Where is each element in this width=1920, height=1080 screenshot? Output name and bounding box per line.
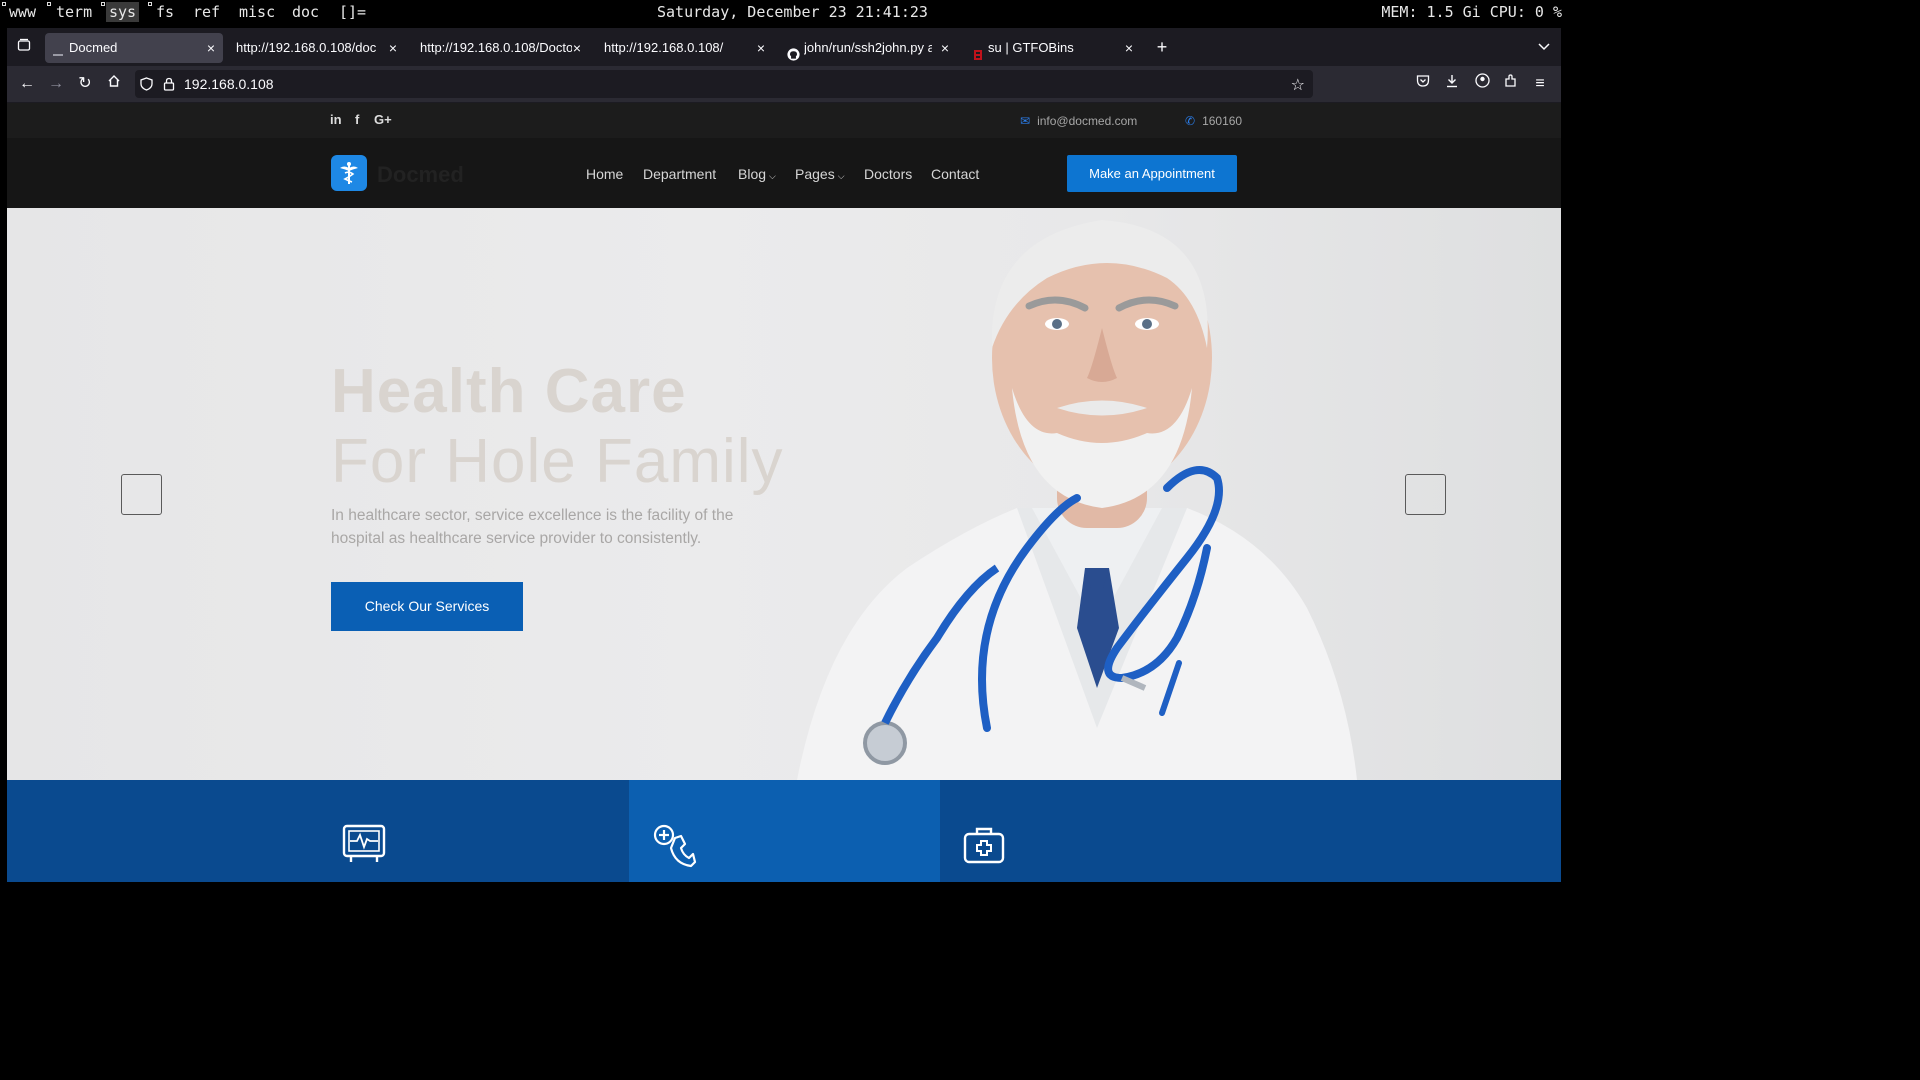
menu-hamburger-icon[interactable]: ≡ [1529,73,1551,95]
workspace-term[interactable]: term [56,2,92,22]
forward-icon[interactable]: → [45,73,67,95]
envelope-icon: ✉ [1020,114,1031,128]
clock: Saturday, December 23 21:41:23 [657,3,928,21]
chevron-down-icon: ⌵ [837,171,845,181]
system-bar: www term sys fs ref misc doc []= Saturda… [0,0,1568,24]
account-icon[interactable] [1471,73,1493,95]
tab-title: su | GTFOBins [988,40,1074,55]
phone-text: 160160 [1202,114,1243,128]
menu-contact[interactable]: Contact [931,166,979,182]
logo-text[interactable]: Docmed [377,162,464,188]
medical-phone-icon [653,824,697,868]
tab-github[interactable]: john/run/ssh2john.py at b × [777,33,957,63]
lock-icon[interactable] [163,77,175,96]
hero-description: In healthcare sector, service excellence… [331,507,734,547]
tab-close-icon[interactable]: × [207,33,215,63]
workspace-indicator-icon [47,2,51,6]
workspace-sys[interactable]: sys [106,2,140,22]
first-aid-kit-icon [963,827,1005,864]
tab-close-icon[interactable]: × [757,33,765,63]
gtfobins-favicon-icon [973,42,985,60]
make-appointment-button[interactable]: Make an Appointment [1067,155,1237,192]
url-text: 192.168.0.108 [184,76,274,92]
workspace-ref[interactable]: ref [193,2,220,22]
pocket-icon[interactable] [1412,73,1434,95]
home-icon[interactable] [103,73,125,95]
doctor-photo [797,220,1357,780]
workspace-www[interactable]: www [9,2,36,22]
tab-overview-icon[interactable] [13,36,35,58]
shield-icon[interactable] [140,77,153,96]
check-services-button[interactable]: Check Our Services [331,582,523,631]
navigation-toolbar: ← → ↻ 192.168.0.108 ☆ ≡ [7,66,1561,102]
tab-close-icon[interactable]: × [1125,33,1133,63]
tab-doctor-page[interactable]: http://192.168.0.108/doctor-i × [225,33,405,63]
caduceus-logo-icon[interactable] [331,155,367,191]
phone-icon: ✆ [1185,114,1196,128]
new-tab-button[interactable]: + [1151,36,1173,58]
workspace-fs[interactable]: fs [156,2,174,22]
tab-doctors-page[interactable]: http://192.168.0.108/Doctors × [409,33,589,63]
menu-blog[interactable]: Blog ⌵ [738,166,776,182]
workspace-indicator-icon [101,2,105,6]
services-strip [7,780,1561,882]
heart-monitor-icon [342,824,386,862]
tab-title: http://192.168.0.108/ [604,40,724,55]
list-all-tabs-icon[interactable] [1533,36,1555,58]
menu-pages[interactable]: Pages ⌵ [795,166,845,182]
tab-close-icon[interactable]: × [941,33,949,63]
github-icon [787,42,800,61]
menu-department[interactable]: Department [643,166,716,182]
browser-chrome: Docmed × http://192.168.0.108/doctor-i ×… [7,28,1561,103]
menu-home[interactable]: Home [586,166,623,182]
phone-contact[interactable]: ✆ 160160 [1185,114,1242,128]
linkedin-icon[interactable]: in [330,112,342,127]
address-bar[interactable]: 192.168.0.108 ☆ [135,70,1313,98]
tab-title: john/run/ssh2john.py at b [804,40,932,55]
slider-prev-button[interactable] [121,474,162,515]
hero-title-line1: Health Care [331,357,687,426]
email-text: info@docmed.com [1037,114,1138,128]
menu-doctors[interactable]: Doctors [864,166,912,182]
menu-blog-label: Blog [738,166,767,182]
tab-docmed[interactable]: Docmed × [45,33,223,63]
google-plus-icon[interactable]: G+ [374,112,392,127]
bookmark-star-icon[interactable]: ☆ [1291,75,1305,95]
menu-pages-label: Pages [795,166,835,182]
downloads-icon[interactable] [1441,73,1463,95]
facebook-icon[interactable]: f [355,112,359,127]
tab-title: Docmed [69,40,118,55]
docmed-favicon-icon [52,42,64,56]
slider-next-button[interactable] [1405,474,1446,515]
webpage: in f G+ ✉ info@docmed.com ✆ 160160 Docmed … [7,103,1561,882]
tab-gtfobins[interactable]: su | GTFOBins × [961,33,1141,63]
top-info-bar: in f G+ ✉ info@docmed.com ✆ 160160 [7,103,1561,138]
workspace-doc[interactable]: doc [292,2,319,22]
system-stats: MEM: 1.5 Gi CPU: 0 % [1381,3,1562,21]
workspace-indicator-icon [2,2,6,6]
back-icon[interactable]: ← [16,73,38,95]
site-header: Docmed Home Department Blog ⌵ Pages ⌵ Doct… [7,138,1561,208]
email-contact[interactable]: ✉ info@docmed.com [1020,114,1137,128]
workspace-indicator-icon [148,2,152,6]
layout-indicator[interactable]: []= [339,2,366,22]
extensions-icon[interactable] [1500,73,1522,95]
tab-close-icon[interactable]: × [389,33,397,63]
tab-home-page[interactable]: http://192.168.0.108/ × [593,33,773,63]
reload-icon[interactable]: ↻ [74,73,96,95]
tab-strip: Docmed × http://192.168.0.108/doctor-i ×… [7,28,1561,66]
hero-title-line2: For Hole Family [331,427,784,496]
workspace-misc[interactable]: misc [239,2,275,22]
hero-slider: Health Care For Hole Family In healthcar… [7,208,1561,780]
tab-close-icon[interactable]: × [573,33,581,63]
chevron-down-icon: ⌵ [769,171,776,181]
tab-title: http://192.168.0.108/Doctors [420,40,572,55]
tab-title: http://192.168.0.108/doctor-i [236,40,376,55]
